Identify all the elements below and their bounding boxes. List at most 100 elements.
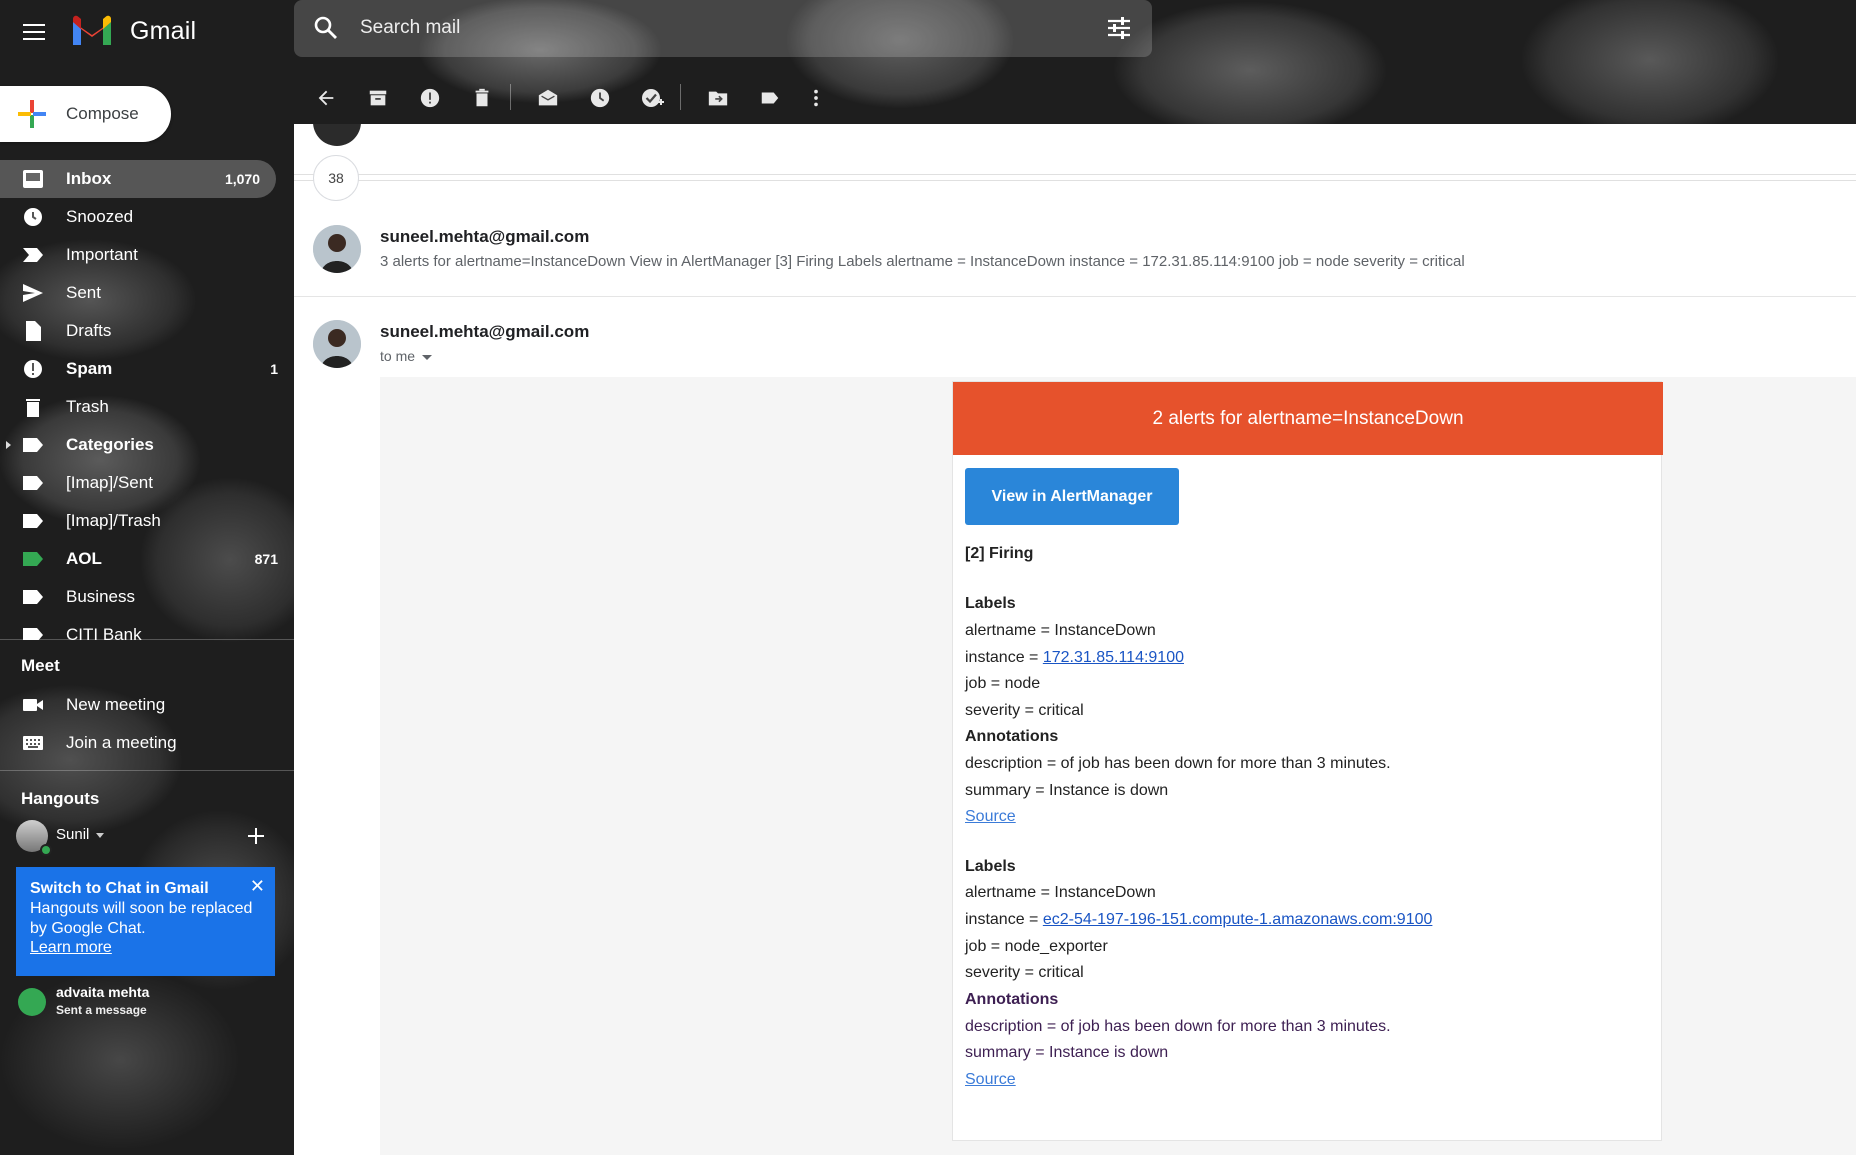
sidebar-item-label: Spam (66, 359, 113, 378)
sidebar-item-label: Categories (66, 435, 154, 454)
sidebar-item-imap-trash[interactable]: [Imap]/Trash (0, 502, 294, 540)
unread-count: 1,070 (224, 171, 260, 187)
sidebar-item-trash[interactable]: Trash (0, 388, 294, 426)
online-status-dot (40, 844, 52, 856)
label-instance: instance = 172.31.85.114:9100 (965, 649, 1184, 667)
person-photo-icon (313, 225, 361, 273)
sidebar-item-label: Snoozed (66, 207, 134, 226)
search-input[interactable] (360, 10, 1040, 46)
more-options-button[interactable] (800, 82, 832, 114)
toolbar-divider (680, 84, 681, 110)
chevron-down-icon (422, 354, 433, 360)
sidebar-item-citi-bank[interactable]: CITI Bank (0, 616, 294, 640)
add-to-tasks-button[interactable] (636, 82, 668, 114)
labels-title: Labels (965, 858, 1016, 875)
snooze-button[interactable] (584, 82, 616, 114)
promo-title: Switch to Chat in Gmail (30, 880, 209, 897)
report-spam-icon (420, 88, 440, 108)
sidebar-item-business[interactable]: Business (0, 578, 294, 616)
sidebar-item-label: [Imap]/Sent (66, 473, 153, 492)
label-job: job = node_exporter (965, 938, 1108, 955)
trash-icon (475, 88, 489, 107)
mark-unread-button[interactable] (532, 82, 564, 114)
collapsed-messages-divider (294, 180, 1856, 181)
main-menu-button[interactable] (14, 12, 54, 52)
new-meeting-button[interactable]: New meeting (0, 686, 294, 724)
sidebar-item-inbox[interactable]: Inbox 1,070 (0, 160, 276, 198)
compose-label: Compose (66, 104, 139, 123)
sidebar-item-label: Trash (66, 397, 109, 416)
label-instance: instance = ec2-54-197-196-151.compute-1.… (965, 911, 1432, 929)
instance-link[interactable]: ec2-54-197-196-151.compute-1.amazonaws.c… (1043, 911, 1433, 928)
new-meeting-label: New meeting (66, 695, 166, 714)
unread-count: 1 (270, 361, 278, 377)
hangouts-user-name: Sunil (56, 826, 90, 843)
collapsed-messages-count[interactable]: 38 (313, 155, 359, 201)
label-severity: severity = critical (965, 964, 1084, 981)
join-meeting-button[interactable]: Join a meeting (0, 724, 294, 762)
sidebar-item-snoozed[interactable]: Snoozed (0, 198, 294, 236)
sender-email: suneel.mehta@gmail.com (380, 322, 590, 341)
sidebar-item-label: AOL (66, 549, 102, 568)
trash-icon (26, 399, 40, 417)
sidebar-item-aol[interactable]: AOL 871 (0, 540, 294, 578)
labels-button[interactable] (754, 82, 786, 114)
sender-avatar (313, 320, 361, 368)
new-conversation-plus-icon[interactable] (242, 822, 270, 850)
close-icon[interactable]: ✕ (250, 876, 265, 897)
search-icon[interactable] (312, 14, 340, 42)
sidebar-item-sent[interactable]: Sent (0, 274, 294, 312)
sidebar-item-label: Inbox (66, 169, 112, 188)
recipient-details-toggle[interactable]: to me (380, 348, 433, 364)
instance-link[interactable]: 172.31.85.114:9100 (1043, 649, 1184, 666)
learn-more-link[interactable]: Learn more (30, 939, 261, 957)
collapsed-messages-divider (294, 174, 1856, 175)
chevron-down-icon (96, 833, 104, 838)
label-icon (23, 552, 43, 566)
archive-button[interactable] (362, 82, 394, 114)
archive-icon (369, 90, 387, 106)
compose-button[interactable]: Compose (0, 86, 171, 142)
person-photo-icon (313, 320, 361, 368)
compose-plus-icon (16, 98, 48, 130)
sidebar-item-drafts[interactable]: Drafts (0, 312, 294, 350)
firing-title: [2] Firing (965, 545, 1034, 562)
sidebar-item-categories[interactable]: Categories (0, 426, 294, 464)
video-camera-icon (23, 699, 43, 711)
expanded-message-header[interactable]: suneel.mehta@gmail.com to me (294, 320, 1856, 380)
add-task-icon (642, 89, 664, 107)
sidebar-item-label: Sent (66, 283, 101, 302)
join-meeting-label: Join a meeting (66, 733, 177, 752)
message-snippet: 3 alerts for alertname=InstanceDown View… (380, 253, 1465, 270)
unread-count: 871 (254, 551, 278, 567)
sidebar-item-spam[interactable]: Spam 1 (0, 350, 294, 388)
delete-button[interactable] (466, 82, 498, 114)
annotation-summary: summary = Instance is down (965, 1044, 1169, 1061)
promo-body: Hangouts will soon be replaced by Google… (30, 900, 253, 937)
hamburger-icon (23, 31, 45, 33)
contact-status: Sent a message (56, 1003, 147, 1017)
sidebar-item-important[interactable]: Important (0, 236, 294, 274)
search-options-icon[interactable] (1104, 13, 1134, 43)
sidebar-item-label: Drafts (66, 321, 112, 340)
label-icon (23, 590, 43, 604)
sidebar-item-label: Business (66, 587, 135, 606)
back-button[interactable] (310, 82, 342, 114)
hangouts-section-title: Hangouts (21, 789, 100, 808)
move-to-button[interactable] (702, 82, 734, 114)
switch-to-chat-banner: Switch to Chat in Gmail Hangouts will so… (16, 867, 275, 976)
gmail-logo[interactable]: Gmail (70, 14, 196, 48)
source-link[interactable]: Source (965, 1071, 1016, 1088)
expand-arrow-icon[interactable] (6, 441, 11, 449)
report-spam-button[interactable] (414, 82, 446, 114)
sidebar-item-imap-sent[interactable]: [Imap]/Sent (0, 464, 294, 502)
label-icon (23, 438, 43, 452)
label-alertname: alertname = InstanceDown (965, 884, 1156, 901)
hangouts-contact[interactable]: advaita mehta Sent a message (16, 984, 286, 1024)
alert-header: 2 alerts for alertname=InstanceDown (953, 382, 1663, 455)
instance-prefix: instance = (965, 649, 1043, 666)
view-in-alertmanager-button[interactable]: View in AlertManager (965, 468, 1179, 525)
message-toolbar (294, 72, 894, 122)
source-link[interactable]: Source (965, 808, 1016, 825)
avatar (313, 124, 361, 146)
